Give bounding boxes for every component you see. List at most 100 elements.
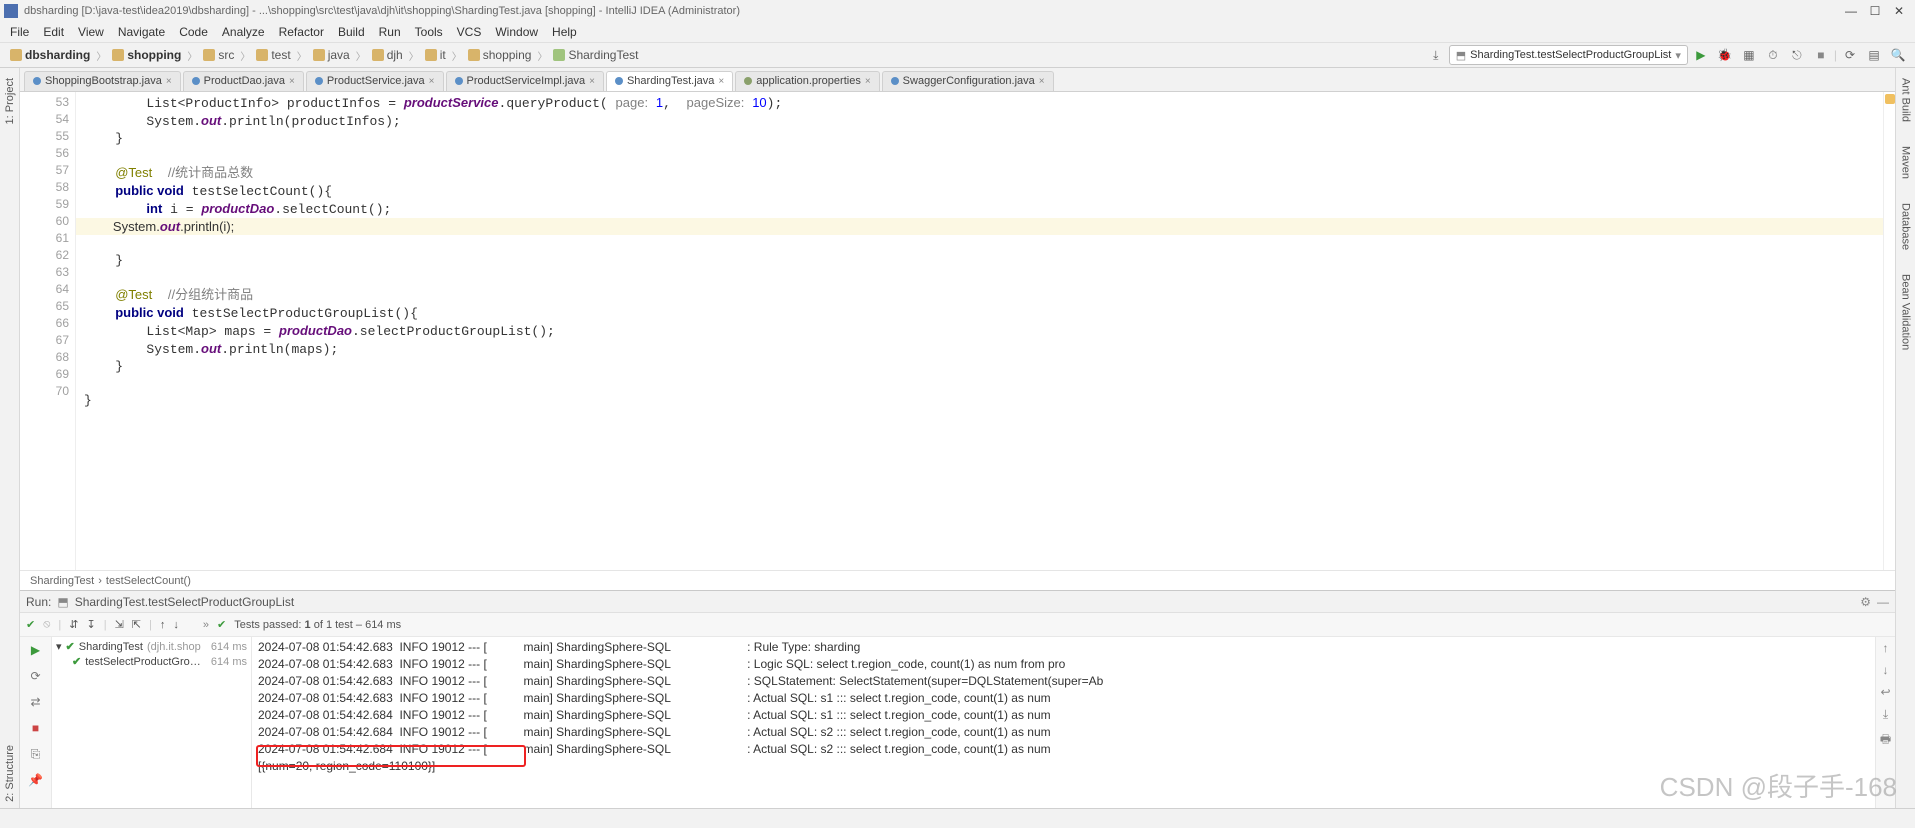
close-icon[interactable]: × — [718, 76, 724, 87]
menu-refactor[interactable]: Refactor — [273, 25, 330, 39]
print-icon[interactable]: 🖶 — [1880, 730, 1891, 751]
editor-gutter[interactable]: 53 54 55 56 57 58 59 60 61 62 63 64 65 6… — [20, 92, 76, 570]
crumb-root[interactable]: dbsharding — [6, 48, 94, 62]
crumb-pkg3[interactable]: shopping — [464, 48, 536, 62]
project-structure-button[interactable]: ▤ — [1863, 44, 1885, 66]
tab-productservice[interactable]: ProductService.java× — [306, 71, 444, 91]
tool-bean-validation[interactable]: Bean Validation — [1900, 268, 1912, 356]
menu-help[interactable]: Help — [546, 25, 583, 39]
menu-view[interactable]: View — [72, 25, 110, 39]
coverage-button[interactable]: ▦ — [1738, 44, 1760, 66]
close-icon[interactable]: × — [429, 76, 435, 87]
sort-alpha-icon[interactable]: ↧ — [86, 618, 95, 631]
close-icon[interactable]: × — [1039, 76, 1045, 87]
tool-structure[interactable]: 2: Structure — [4, 739, 16, 808]
collapse-icon[interactable]: ⇱ — [132, 618, 141, 631]
close-icon[interactable]: × — [589, 76, 595, 87]
properties-icon — [744, 77, 752, 85]
error-stripe[interactable] — [1883, 92, 1895, 570]
menu-tools[interactable]: Tools — [409, 25, 449, 39]
tree-root[interactable]: ▾✔ ShardingTest (djh.it.shop 614 ms — [52, 639, 251, 654]
test-toolbar: ✔ ⦸ | ⇵ ↧ | ⇲ ⇱ | ↑ ↓ » ✔ Tests passed: … — [20, 613, 1895, 637]
left-tool-sidebar: 1: Project 2: Structure — [0, 68, 20, 808]
scroll-end-icon[interactable]: ⤓ — [1883, 707, 1888, 722]
console-toolbar: ↑ ↓ ↩ ⤓ 🖶 — [1875, 637, 1895, 808]
export-icon[interactable]: » — [203, 619, 209, 631]
tool-database[interactable]: Database — [1900, 197, 1912, 256]
close-icon[interactable]: × — [865, 76, 871, 87]
code-editor[interactable]: 53 54 55 56 57 58 59 60 61 62 63 64 65 6… — [20, 92, 1895, 570]
crumb-module[interactable]: shopping — [108, 48, 185, 62]
test-tree[interactable]: ▾✔ ShardingTest (djh.it.shop 614 ms ✔ te… — [52, 637, 252, 808]
toggle-auto-button[interactable]: ⇄ — [27, 693, 45, 711]
debug-button[interactable]: 🐞 — [1714, 44, 1736, 66]
status-bar — [0, 808, 1915, 828]
folder-icon — [256, 49, 268, 61]
sort-icon[interactable]: ⇵ — [69, 618, 78, 631]
expand-icon[interactable]: ⇲ — [115, 618, 124, 631]
editor-tabs: ShoppingBootstrap.java× ProductDao.java×… — [20, 68, 1895, 92]
maximize-button[interactable]: ☐ — [1863, 4, 1887, 18]
menu-edit[interactable]: Edit — [37, 25, 70, 39]
menu-analyze[interactable]: Analyze — [216, 25, 271, 39]
tab-shoppingbootstrap[interactable]: ShoppingBootstrap.java× — [24, 71, 181, 91]
tree-test[interactable]: ✔ testSelectProductGro… 614 ms — [52, 654, 251, 669]
folder-icon — [112, 49, 124, 61]
menu-run[interactable]: Run — [373, 25, 407, 39]
dump-button[interactable]: ⎘ — [27, 745, 45, 763]
tool-project[interactable]: 1: Project — [4, 72, 16, 130]
tab-productdao[interactable]: ProductDao.java× — [183, 71, 304, 91]
show-passed-icon[interactable]: ✔ — [26, 618, 35, 631]
vcs-update-button[interactable]: ⟳ — [1839, 44, 1861, 66]
rerun-failed-button[interactable]: ⟳ — [27, 667, 45, 685]
minimize-button[interactable]: — — [1839, 4, 1863, 18]
rerun-button[interactable]: ▶ — [27, 641, 45, 659]
menu-build[interactable]: Build — [332, 25, 371, 39]
soft-wrap-icon[interactable]: ↩ — [1880, 685, 1890, 699]
scroll-down-icon[interactable]: ↓ — [1883, 663, 1889, 677]
run-tool-window: Run: ⬒ ShardingTest.testSelectProductGro… — [20, 590, 1895, 808]
crumb-pkg1[interactable]: djh — [368, 48, 407, 62]
method-breadcrumb[interactable]: ShardingTest›testSelectCount() — [20, 570, 1895, 590]
attach-button[interactable]: ⎋ — [1786, 44, 1808, 66]
warning-marker-icon[interactable] — [1885, 94, 1895, 104]
prev-icon[interactable]: ↑ — [160, 619, 166, 631]
menu-file[interactable]: File — [4, 25, 35, 39]
show-ignored-icon[interactable]: ⦸ — [43, 618, 50, 631]
close-icon[interactable]: × — [289, 76, 295, 87]
tab-productserviceimpl[interactable]: ProductServiceImpl.java× — [446, 71, 604, 91]
menu-vcs[interactable]: VCS — [451, 25, 488, 39]
menu-navigate[interactable]: Navigate — [112, 25, 171, 39]
menu-code[interactable]: Code — [173, 25, 214, 39]
tool-maven[interactable]: Maven — [1900, 140, 1912, 185]
menu-window[interactable]: Window — [489, 25, 544, 39]
settings-icon[interactable]: ⚙ — [1860, 595, 1871, 609]
stop-tests-button[interactable]: ■ — [27, 719, 45, 737]
profile-button[interactable]: ⏱ — [1762, 44, 1784, 66]
run-configuration-select[interactable]: ⬒ ShardingTest.testSelectProductGroupLis… — [1449, 45, 1688, 65]
close-button[interactable]: ✕ — [1887, 4, 1911, 18]
scroll-up-icon[interactable]: ↑ — [1883, 641, 1889, 655]
crumb-pkg2[interactable]: it — [421, 48, 450, 62]
code-area[interactable]: List<ProductInfo> productInfos = product… — [76, 92, 1883, 570]
run-button[interactable]: ▶ — [1690, 44, 1712, 66]
hide-icon[interactable]: — — [1877, 595, 1889, 609]
pin-button[interactable]: 📌 — [27, 771, 45, 789]
close-icon[interactable]: × — [166, 76, 172, 87]
tool-ant[interactable]: Ant Build — [1900, 72, 1912, 128]
right-tool-sidebar: Ant Build Maven Database Bean Validation — [1895, 68, 1915, 808]
folder-icon — [203, 49, 215, 61]
next-icon[interactable]: ↓ — [173, 619, 179, 631]
crumb-test[interactable]: test — [252, 48, 294, 62]
crumb-java[interactable]: java — [309, 48, 354, 62]
tab-shardingtest[interactable]: ShardingTest.java× — [606, 71, 733, 91]
build-button[interactable]: ⤓ — [1425, 44, 1447, 66]
tab-applicationprops[interactable]: application.properties× — [735, 71, 879, 91]
console-output[interactable]: 2024-07-08 01:54:42.683 INFO 19012 --- [… — [252, 637, 1875, 808]
crumb-class[interactable]: ShardingTest — [549, 48, 642, 62]
crumb-src[interactable]: src — [199, 48, 238, 62]
search-button[interactable]: 🔍 — [1887, 44, 1909, 66]
stop-button[interactable]: ■ — [1810, 44, 1832, 66]
tab-swaggerconfig[interactable]: SwaggerConfiguration.java× — [882, 71, 1054, 91]
menu-bar[interactable]: File Edit View Navigate Code Analyze Ref… — [0, 22, 1915, 42]
